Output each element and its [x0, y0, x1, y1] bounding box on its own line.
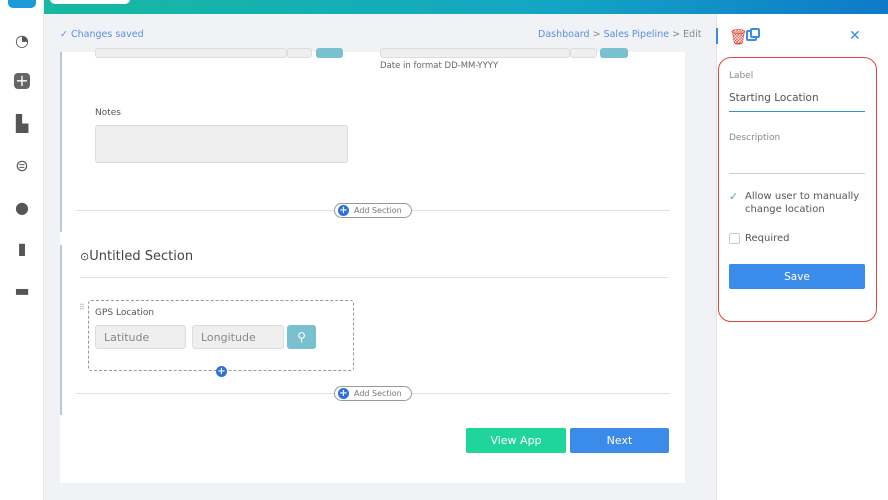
map-pin-icon: ⚲ — [297, 330, 306, 344]
collapse-icon[interactable]: ⊙ — [80, 250, 89, 263]
field-action-button[interactable] — [316, 48, 343, 58]
section-title[interactable]: ⊙Untitled Section — [80, 249, 193, 264]
form-card — [60, 52, 685, 483]
breadcrumb-edit: Edit — [683, 29, 702, 40]
section-indicator — [60, 245, 62, 415]
close-icon[interactable]: ✕ — [849, 28, 861, 44]
longitude-input[interactable]: Longitude — [192, 325, 284, 349]
gps-label: GPS Location — [95, 308, 155, 318]
shopping-bag-settings-icon[interactable]: ▙ — [13, 115, 31, 133]
description-input[interactable] — [729, 150, 865, 174]
allow-manual-checkbox[interactable]: ✓ — [729, 190, 738, 203]
top-bar — [44, 0, 888, 14]
view-app-button[interactable]: View App — [466, 428, 566, 453]
book-info-icon[interactable]: ▮ — [13, 240, 31, 258]
check-icon: ✓ — [60, 29, 71, 40]
chat-icon[interactable]: ▬ — [13, 282, 31, 300]
add-section-button[interactable]: + Add Section — [334, 203, 412, 218]
date-hint: Date in format DD-MM-YYYY — [380, 61, 499, 71]
required-label: Required — [745, 233, 790, 244]
breadcrumb-dashboard[interactable]: Dashboard — [538, 29, 590, 40]
app-logo[interactable] — [8, 0, 36, 8]
map-pin-button[interactable]: ⚲ — [287, 325, 316, 349]
plus-circle-icon: + — [338, 388, 349, 399]
input-addon[interactable] — [287, 48, 312, 58]
breadcrumb: Dashboard > Sales Pipeline > Edit — [538, 29, 702, 40]
speedometer-icon[interactable]: ◔ — [13, 32, 31, 50]
calendar-button[interactable] — [600, 48, 628, 58]
plus-square-icon[interactable]: + — [14, 73, 30, 89]
panel-indicator — [716, 28, 718, 44]
required-checkbox[interactable] — [729, 233, 740, 244]
label-title: Label — [729, 71, 754, 81]
drag-handle-icon[interactable]: ⠿ — [79, 304, 85, 312]
notes-label: Notes — [95, 108, 121, 118]
next-button[interactable]: Next — [570, 428, 669, 453]
text-input[interactable] — [95, 48, 287, 58]
add-section-button[interactable]: + Add Section — [334, 386, 412, 401]
date-input[interactable] — [380, 48, 570, 58]
notes-textarea[interactable] — [95, 125, 348, 163]
input-addon[interactable] — [570, 48, 597, 58]
breadcrumb-sales-pipeline[interactable]: Sales Pipeline — [604, 29, 669, 40]
save-button[interactable]: Save — [729, 264, 865, 289]
globe-icon[interactable]: ● — [13, 199, 31, 217]
plus-circle-icon: + — [338, 205, 349, 216]
save-status: ✓ Changes saved — [60, 29, 144, 40]
top-bar-button[interactable] — [50, 0, 130, 4]
add-field-button[interactable]: + — [216, 366, 227, 377]
label-input[interactable]: Starting Location — [729, 92, 865, 112]
latitude-input[interactable]: Latitude — [95, 325, 186, 349]
section-indicator — [60, 52, 62, 232]
divider — [80, 277, 668, 278]
allow-manual-label: Allow user to manually change location — [745, 191, 860, 215]
description-title: Description — [729, 133, 781, 143]
group-icon[interactable]: ⊜ — [13, 157, 31, 175]
